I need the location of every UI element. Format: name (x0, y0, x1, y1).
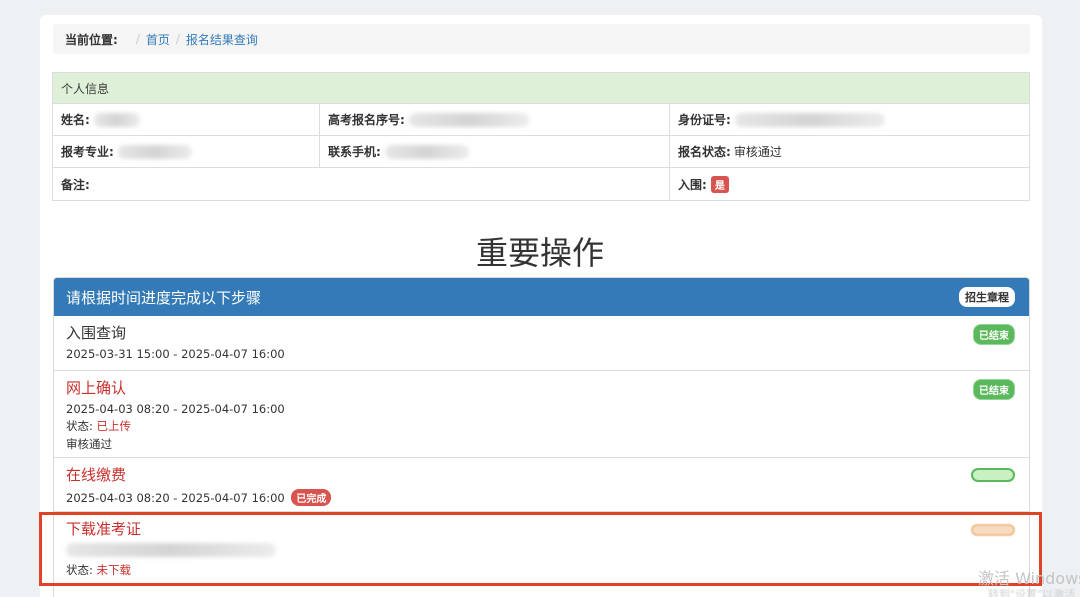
step-title: 网上确认 (66, 379, 127, 397)
breadcrumb-separator: / (135, 32, 140, 46)
step-status: 状态: 已上传 (66, 418, 1017, 434)
info-row: 备注: 入围: 是 (53, 168, 1029, 200)
shortlist-badge: 是 (710, 175, 729, 193)
status-badge-redacted (971, 468, 1015, 482)
activation-watermark-subtext: 转到"设置"以激活 (988, 588, 1076, 597)
info-row: 报考专业: 联系手机: 报名状态: 审核通过 (53, 136, 1029, 168)
steps-panel: 请根据时间进度完成以下步骤 招生章程 入围查询 2025-03-31 15:00… (53, 277, 1030, 597)
remark-label: 备注: (61, 177, 90, 192)
status-cell: 报名状态: 审核通过 (670, 136, 1029, 167)
step-time-redacted (66, 543, 1017, 560)
shortlist-label: 入围: (678, 177, 707, 192)
step-time: 2025-04-03 08:20 - 2025-04-07 16:00 (66, 402, 285, 416)
remark-cell: 备注: (53, 168, 670, 200)
major-label: 报考专业: (61, 145, 114, 159)
shortlist-cell: 入围: 是 (670, 168, 1029, 200)
steps-header-title: 请根据时间进度完成以下步骤 (66, 288, 262, 307)
step-time: 2025-03-31 15:00 - 2025-04-07 16:00 (66, 347, 285, 361)
phone-cell: 联系手机: (320, 136, 670, 167)
step-status-value: 未下载 (96, 563, 132, 577)
step-title: 在线缴费 (66, 466, 127, 484)
breadcrumb-label: 当前位置: (65, 32, 118, 47)
exam-no-cell: 高考报名序号: (320, 104, 670, 135)
name-cell: 姓名: (53, 104, 320, 135)
completed-badge: 已完成 (291, 489, 332, 506)
breadcrumb-current-link[interactable]: 报名结果查询 (186, 31, 258, 48)
status-badge-redacted (971, 524, 1015, 536)
breadcrumb: 当前位置: / 首页 / 报名结果查询 (53, 24, 1030, 54)
step-title: 入围查询 (66, 324, 127, 342)
personal-info-header: 个人信息 (53, 73, 1029, 104)
step-time: 2025-04-03 08:20 - 2025-04-07 16:00 (66, 491, 285, 505)
id-cell: 身份证号: (670, 104, 1029, 135)
name-value-redacted (93, 112, 140, 127)
exam-no-label: 高考报名序号: (328, 113, 405, 127)
name-label: 姓名: (61, 113, 90, 127)
step-note: 审核通过 (66, 437, 112, 451)
step-title: 下载准考证 (66, 520, 142, 538)
step-status-label: 状态: (66, 563, 93, 577)
ended-badge: 已结束 (973, 324, 1015, 345)
phone-label: 联系手机: (328, 145, 381, 159)
breadcrumb-separator: / (175, 32, 180, 46)
exam-no-value-redacted (408, 112, 529, 127)
time-redacted (66, 543, 276, 557)
major-value-redacted (117, 144, 192, 159)
phone-value-redacted (384, 144, 469, 159)
personal-info-table: 个人信息 姓名: 高考报名序号: 身份证号: 报考专业: 联系手机: 报名状态:… (52, 72, 1030, 201)
step-time-row: 2025-04-03 08:20 - 2025-04-07 16:00 已完成 (66, 489, 1017, 506)
info-row: 姓名: 高考报名序号: 身份证号: (53, 104, 1029, 136)
step-item-online-payment[interactable]: 在线缴费 2025-04-03 08:20 - 2025-04-07 16:00… (54, 458, 1029, 512)
status-label: 报名状态: (678, 145, 731, 159)
steps-header: 请根据时间进度完成以下步骤 招生章程 (54, 278, 1029, 316)
major-cell: 报考专业: (53, 136, 320, 167)
status-value: 审核通过 (733, 145, 782, 159)
step-item-shortlist-query[interactable]: 入围查询 2025-03-31 15:00 - 2025-04-07 16:00… (54, 316, 1029, 371)
step-status: 状态: 未下载 (66, 562, 1017, 578)
admission-rules-button[interactable]: 招生章程 (959, 287, 1015, 307)
ended-badge: 已结束 (973, 379, 1015, 400)
step-status-label: 状态: (66, 419, 93, 433)
id-value-redacted (734, 112, 885, 127)
section-title: 重要操作 (475, 234, 604, 272)
step-item-online-confirm[interactable]: 网上确认 2025-04-03 08:20 - 2025-04-07 16:00… (54, 371, 1029, 458)
id-label: 身份证号: (678, 113, 731, 127)
breadcrumb-home-link[interactable]: 首页 (146, 31, 170, 48)
step-status-value: 已上传 (96, 419, 132, 433)
step-item-download-admission-ticket[interactable]: 下载准考证 状态: 未下载 (54, 512, 1029, 582)
